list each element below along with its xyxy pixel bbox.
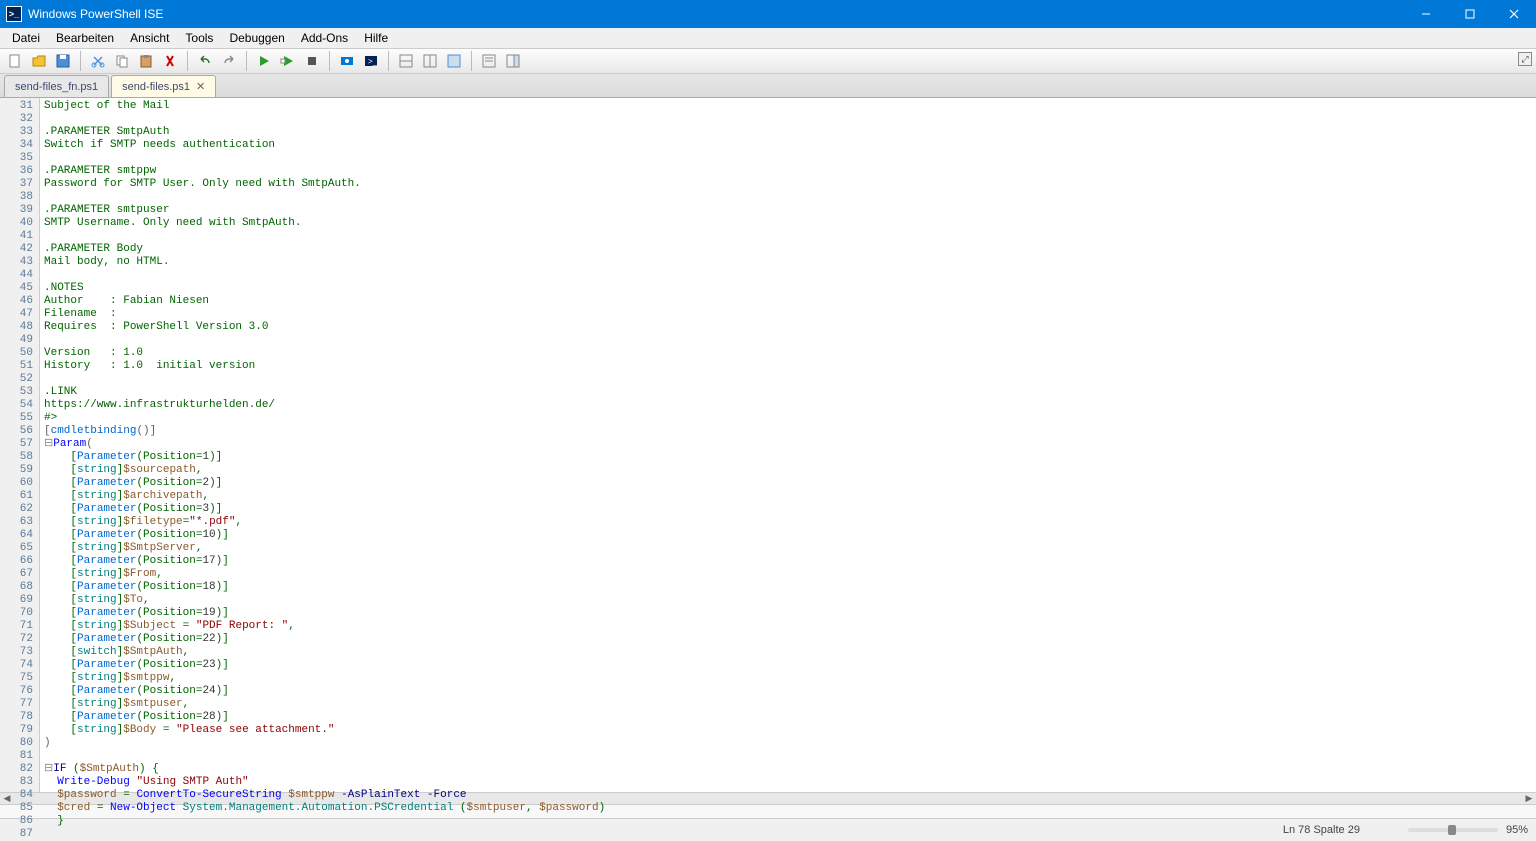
- close-button[interactable]: [1492, 0, 1536, 28]
- show-script-right-button[interactable]: [419, 50, 441, 72]
- menubar: Datei Bearbeiten Ansicht Tools Debuggen …: [0, 28, 1536, 48]
- menu-tools[interactable]: Tools: [177, 29, 221, 47]
- tab-send-files[interactable]: send-files.ps1 ✕: [111, 75, 216, 97]
- open-button[interactable]: [28, 50, 50, 72]
- svg-text:>_: >_: [368, 57, 378, 66]
- window-title: Windows PowerShell ISE: [28, 7, 163, 21]
- toolbar-separator: [187, 51, 188, 71]
- code-area[interactable]: Subject of the Mail.PARAMETER SmtpAuthSw…: [40, 98, 1536, 792]
- minimize-button[interactable]: [1404, 0, 1448, 28]
- run-button[interactable]: [253, 50, 275, 72]
- stop-button[interactable]: [301, 50, 323, 72]
- line-number-gutter: 3132333435363738394041424344454647484950…: [0, 98, 40, 792]
- cut-button[interactable]: [87, 50, 109, 72]
- maximize-button[interactable]: [1448, 0, 1492, 28]
- titlebar: >_ Windows PowerShell ISE: [0, 0, 1536, 28]
- menu-ansicht[interactable]: Ansicht: [122, 29, 177, 47]
- tab-send-files-fn[interactable]: send-files_fn.ps1: [4, 75, 109, 97]
- tabstrip: send-files_fn.ps1 send-files.ps1 ✕: [0, 74, 1536, 98]
- editor[interactable]: 3132333435363738394041424344454647484950…: [0, 98, 1536, 792]
- show-command-addon-button[interactable]: [502, 50, 524, 72]
- toolbar-separator: [471, 51, 472, 71]
- paste-button[interactable]: [135, 50, 157, 72]
- start-powershell-button[interactable]: >_: [360, 50, 382, 72]
- restore-panel-button[interactable]: ⤢: [1518, 52, 1532, 66]
- toolbar-separator: [246, 51, 247, 71]
- show-command-button[interactable]: [478, 50, 500, 72]
- show-script-button[interactable]: [395, 50, 417, 72]
- menu-bearbeiten[interactable]: Bearbeiten: [48, 29, 122, 47]
- toolbar-separator: [388, 51, 389, 71]
- window-controls: [1404, 0, 1536, 28]
- menu-datei[interactable]: Datei: [4, 29, 48, 47]
- zoom-slider[interactable]: [1408, 828, 1498, 832]
- tab-close-icon[interactable]: ✕: [196, 80, 205, 93]
- tab-label: send-files_fn.ps1: [15, 81, 98, 93]
- toolbar-separator: [329, 51, 330, 71]
- menu-hilfe[interactable]: Hilfe: [356, 29, 396, 47]
- new-remote-button[interactable]: [336, 50, 358, 72]
- new-button[interactable]: [4, 50, 26, 72]
- clear-button[interactable]: [159, 50, 181, 72]
- save-button[interactable]: [52, 50, 74, 72]
- run-selection-button[interactable]: [277, 50, 299, 72]
- tab-label: send-files.ps1: [122, 81, 190, 93]
- toolbar: >_: [0, 48, 1536, 74]
- menu-addons[interactable]: Add-Ons: [293, 29, 356, 47]
- show-script-max-button[interactable]: [443, 50, 465, 72]
- redo-button[interactable]: [218, 50, 240, 72]
- copy-button[interactable]: [111, 50, 133, 72]
- undo-button[interactable]: [194, 50, 216, 72]
- toolbar-separator: [80, 51, 81, 71]
- menu-debuggen[interactable]: Debuggen: [221, 29, 292, 47]
- app-icon: >_: [6, 6, 22, 22]
